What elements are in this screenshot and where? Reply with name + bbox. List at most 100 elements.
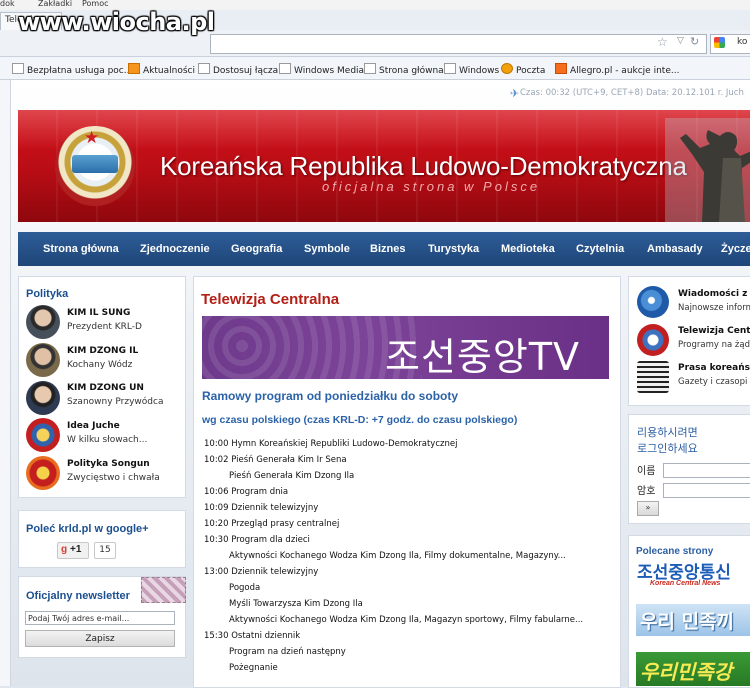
nav-item-home[interactable]: Strona główna: [43, 243, 119, 255]
schedule-row: Myśli Towarzysza Kim Dzong Ila: [229, 599, 363, 609]
schedule-heading: Ramowy program od poniedziałku do soboty: [202, 389, 459, 403]
bookmark-item[interactable]: Windows: [444, 63, 499, 76]
bookmark-item[interactable]: Aktualności: [128, 63, 195, 76]
politics-item-name[interactable]: KIM IL SUNG: [67, 308, 130, 318]
password-field[interactable]: [663, 483, 750, 498]
portrait-icon[interactable]: [26, 343, 60, 377]
bookmark-item[interactable]: Poczta: [501, 63, 545, 76]
google-plus-count: 15: [94, 542, 116, 559]
emblem-dam-icon: [72, 155, 118, 173]
bookmark-item[interactable]: Strona główna: [364, 63, 444, 76]
nav-item-media[interactable]: Medioteka: [501, 243, 555, 255]
nav-item-geography[interactable]: Geografia: [231, 243, 282, 255]
schedule-row: Pieśń Generała Kim Dzong Ila: [229, 471, 355, 481]
page-icon: [279, 63, 291, 74]
login-prompt-line1: 리용하시려면: [637, 426, 698, 439]
login-prompt-line2: 로그인하세요: [637, 442, 698, 455]
nav-item-tourism[interactable]: Turystyka: [428, 243, 479, 255]
schedule-row: 13:00 Dziennik telewizyjny: [204, 567, 319, 577]
bookmark-star-icon[interactable]: ☆: [657, 35, 668, 49]
menu-item-bookmarks[interactable]: Zakładki: [38, 0, 72, 8]
schedule-row: 10:06 Program dnia: [204, 487, 289, 497]
site-title: Koreańska Republika Ludowo-Demokratyczna: [160, 151, 687, 181]
clock-icon: ✈: [510, 87, 520, 100]
news-item-desc: Programy na żąda: [678, 340, 750, 350]
kcna-logo-subtext: Korean Central News: [650, 580, 721, 587]
portrait-icon[interactable]: [26, 381, 60, 415]
songun-emblem-icon[interactable]: [26, 456, 60, 490]
watermark: www.wiocha.pl: [18, 8, 215, 36]
google-plus-title: Poleć krld.pl w google+: [26, 523, 149, 535]
schedule-row: 10:00 Hymn Koreańskiej Republiki Ludowo-…: [204, 439, 458, 449]
google-plus-panel: [18, 510, 186, 568]
email-field[interactable]: Podaj Twój adres e-mail...: [25, 611, 175, 625]
politics-item-name[interactable]: Polityka Songun: [67, 459, 150, 469]
politics-item-name[interactable]: Idea Juche: [67, 421, 120, 431]
login-button[interactable]: »: [637, 501, 659, 516]
newsletter-title: Oficjalny newsletter: [26, 590, 130, 602]
politics-item-desc: W kilku słowach...: [67, 435, 148, 445]
page-title: Telewizja Centralna: [201, 291, 340, 308]
bookmark-item[interactable]: Dostosuj łącza: [198, 63, 278, 76]
uriminzokkiri-logo-text: 우리 민족끼: [640, 611, 735, 633]
globe-icon[interactable]: [637, 286, 669, 318]
nav-item-symbols[interactable]: Symbole: [304, 243, 350, 255]
news-item-name[interactable]: Wiadomości z K: [678, 289, 750, 299]
menu-item-help[interactable]: Pomoc: [82, 0, 109, 8]
schedule-row: 10:20 Przegląd prasy centralnej: [204, 519, 340, 529]
page-icon: [198, 63, 210, 74]
search-text: ko: [737, 37, 748, 47]
schedule-row: 10:30 Program dla dzieci: [204, 535, 310, 545]
nav-item-reading-room[interactable]: Czytelnia: [576, 243, 624, 255]
schedule-row: Aktywności Kochanego Wodza Kim Dzong Ila…: [229, 615, 584, 625]
red-star-icon: ★: [84, 128, 100, 148]
site-subtitle: oficjalna strona w Polsce: [322, 179, 541, 194]
politics-title: Polityka: [26, 288, 69, 300]
menu-item-tools[interactable]: dok: [0, 0, 15, 8]
allegro-icon: [555, 63, 567, 74]
nav-item-reunification[interactable]: Zjednoczenie: [140, 243, 210, 255]
schedule-row: Pogoda: [229, 583, 261, 593]
schedule-row: 10:09 Dziennik telewizyjny: [204, 503, 319, 513]
postage-stamp-icon: [141, 577, 186, 603]
schedule-row: Program na dzień następny: [229, 647, 346, 657]
google-plus-icon: g: [61, 544, 68, 555]
tv-logo: 조선중앙TV: [385, 335, 581, 379]
bookmark-item[interactable]: Allegro.pl - aukcje inte...: [555, 63, 679, 76]
tv-tower-icon[interactable]: [637, 324, 669, 356]
bookmark-item[interactable]: Bezpłatna usługa poc...: [12, 63, 132, 76]
google-icon[interactable]: [714, 37, 725, 48]
news-item-desc: Gazety i czasopi: [678, 377, 748, 387]
newspaper-icon[interactable]: [637, 361, 669, 393]
politics-item-name[interactable]: KIM DZONG UN: [67, 383, 144, 393]
politics-item-name[interactable]: KIM DZONG IL: [67, 346, 138, 356]
subscribe-button[interactable]: Zapisz: [25, 630, 175, 647]
politics-item-desc: Kochany Wódz: [67, 360, 133, 370]
juche-emblem-icon[interactable]: [26, 418, 60, 452]
news-item-name[interactable]: Telewizja Centr: [678, 326, 750, 336]
recommended-link-3-text: 우리민족강: [640, 660, 732, 684]
nav-item-embassies[interactable]: Ambasady: [647, 243, 703, 255]
page-icon: [364, 63, 376, 74]
username-field[interactable]: [663, 463, 750, 478]
schedule-row: Pożegnanie: [229, 663, 278, 673]
politics-item-desc: Zwycięstwo i chwała: [67, 473, 160, 483]
password-label: 암호: [637, 486, 656, 497]
statue-icon: [665, 118, 750, 222]
address-bar[interactable]: [210, 34, 707, 54]
news-item-desc: Najnowsze inform: [678, 303, 750, 313]
nav-item-wishes[interactable]: Życze: [721, 243, 750, 255]
google-plus-button[interactable]: g +1: [57, 542, 89, 559]
nav-item-business[interactable]: Biznes: [370, 243, 405, 255]
chevron-down-icon[interactable]: ▽: [677, 36, 684, 46]
portrait-icon[interactable]: [26, 305, 60, 339]
username-label: 이름: [637, 466, 656, 477]
reload-icon[interactable]: ↻: [690, 35, 699, 48]
timezone-note: wg czasu polskiego (czas KRL-D: +7 godz.…: [202, 414, 518, 426]
politics-item-desc: Prezydent KRL-D: [67, 322, 142, 332]
bookmarks-bar: Bezpłatna usługa poc... Aktualności Dost…: [0, 57, 750, 80]
bookmark-item[interactable]: Windows Media: [279, 63, 364, 76]
page-left-edge: [0, 80, 11, 686]
news-item-name[interactable]: Prasa koreańsk: [678, 363, 750, 373]
schedule-row: 10:02 Pieśń Generała Kim Ir Sena: [204, 455, 347, 465]
